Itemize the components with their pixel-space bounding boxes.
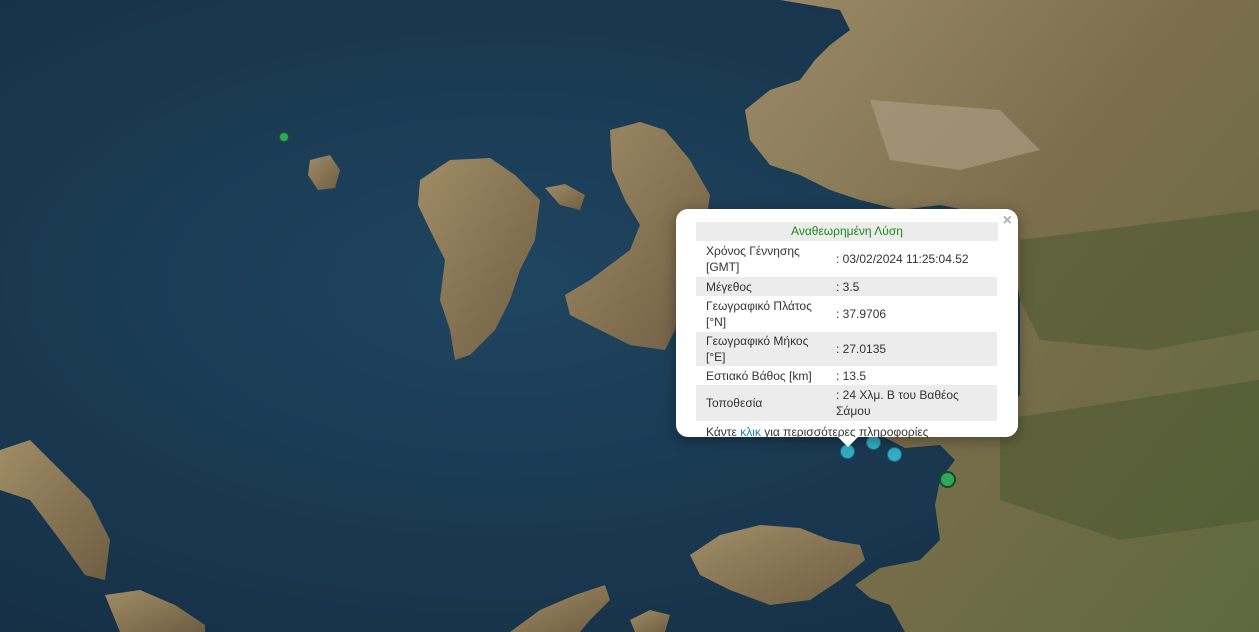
info-label: Τοποθεσία [696,385,834,421]
epicenter-marker-4[interactable] [939,471,956,488]
popup-title: Αναθεωρημένη Λύση [696,222,998,241]
info-row-longitude: Γεωγραφικό Μήκος [°E] : 27.0135 [696,332,997,366]
info-value: : 03/02/2024 11:25:04.52 [836,252,969,266]
popup-pointer [838,437,858,447]
info-row-location: Τοποθεσία : 24 Χλμ. Β του Βαθέος Σάμου [696,385,997,421]
info-label: Χρόνος Γέννησης [GMT] [706,244,800,274]
info-value: : 37.9706 [836,307,887,321]
earthquake-info-popup: × Αναθεωρημένη Λύση Χρόνος Γέννησης [GMT… [676,209,1018,439]
more-info-link[interactable]: κλικ [740,425,761,439]
close-icon[interactable]: × [1003,213,1012,229]
info-label: Μέγεθος [696,277,834,296]
satellite-map[interactable] [0,0,1259,632]
info-row-latitude: Γεωγραφικό Πλάτος [°N] : 37.9706 [696,296,997,332]
info-row-origin-time: Χρόνος Γέννησης [GMT] : 03/02/2024 11:25… [696,241,997,277]
epicenter-marker-3[interactable] [887,447,902,462]
earthquake-info-table: Χρόνος Γέννησης [GMT] : 03/02/2024 11:25… [696,241,997,421]
map-imagery [0,0,1259,632]
info-label: Γεωγραφικό Πλάτος [°N] [706,299,812,329]
info-row-depth: Εστιακό Βάθος [km] : 13.5 [696,366,997,385]
info-value: : 24 Χλμ. Β του Βαθέος Σάμου [834,385,997,421]
info-label: Γεωγραφικό Μήκος [°E] [696,332,834,366]
info-value: : 27.0135 [834,332,997,366]
info-value: : 13.5 [836,368,867,383]
epicenter-marker-1[interactable] [279,132,289,142]
info-value: : 3.5 [834,277,997,296]
info-row-magnitude: Μέγεθος : 3.5 [696,277,997,296]
info-label: Εστιακό Βάθος [km] [706,368,812,383]
more-info-prefix: Κάντε [706,425,741,439]
